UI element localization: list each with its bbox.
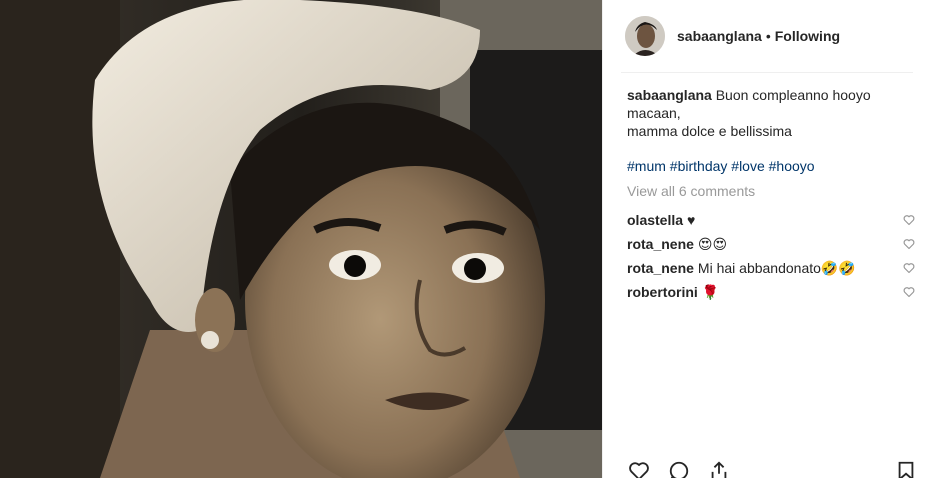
hashtag-link-mum[interactable]: #mum xyxy=(627,158,666,174)
avatar[interactable] xyxy=(625,16,665,56)
comment-item: olastella ♥ xyxy=(627,208,917,232)
header-text: sabaanglana • Following xyxy=(677,28,840,44)
like-heart-icon[interactable] xyxy=(627,460,651,478)
comment-username-link[interactable]: rota_nene xyxy=(627,259,694,277)
comment-username-link[interactable]: rota_nene xyxy=(627,235,694,253)
post-header: sabaanglana • Following xyxy=(603,0,928,72)
comment-text: 😍😍 xyxy=(697,236,728,252)
following-button[interactable]: Following xyxy=(775,28,840,44)
header-username-link[interactable]: sabaanglana xyxy=(677,28,762,44)
comment-like-heart-icon[interactable] xyxy=(903,260,917,274)
hashtag-link-love[interactable]: #love xyxy=(731,158,764,174)
comment-item: robertorini 🌹 xyxy=(627,280,917,304)
comment-like-heart-icon[interactable] xyxy=(903,212,917,226)
hashtag-link-hooyo[interactable]: #hooyo xyxy=(769,158,815,174)
comment-text: Mi hai abbandonato🤣🤣 xyxy=(697,260,856,276)
caption-username-link[interactable]: sabaanglana xyxy=(627,87,712,103)
comment-item: rota_nene 😍😍 xyxy=(627,232,917,256)
comment-item: rota_nene Mi hai abbandonato🤣🤣 xyxy=(627,256,917,280)
post-photo[interactable] xyxy=(0,0,602,478)
hashtag-link-birthday[interactable]: #birthday xyxy=(670,158,728,174)
bookmark-icon[interactable] xyxy=(895,460,917,478)
post-side-panel: sabaanglana • Following sabaanglana Buon c… xyxy=(602,0,928,478)
portrait-photo xyxy=(0,0,602,478)
comment-bubble-icon[interactable] xyxy=(667,460,691,478)
instagram-post: sabaanglana • Following sabaanglana Buon c… xyxy=(0,0,928,478)
hashtag-list: #mum #birthday #love #hooyo xyxy=(627,157,907,175)
header-separator: • xyxy=(765,28,771,44)
post-caption: sabaanglana Buon compleanno hooyo macaan… xyxy=(627,86,897,140)
comment-text: 🌹 xyxy=(701,284,720,300)
header-divider xyxy=(621,72,913,73)
view-all-comments-link[interactable]: View all 6 comments xyxy=(627,183,755,199)
share-icon[interactable] xyxy=(707,460,731,478)
post-action-bar xyxy=(625,460,921,478)
comment-text: ♥ xyxy=(687,212,696,228)
avatar-image xyxy=(625,16,665,56)
comment-list: olastella ♥ rota_nene 😍😍 rota_nene Mi ha… xyxy=(627,208,917,304)
caption-line-2: mamma dolce e bellissima xyxy=(627,123,792,139)
comment-like-heart-icon[interactable] xyxy=(903,284,917,298)
comment-username-link[interactable]: robertorini xyxy=(627,283,698,301)
comment-like-heart-icon[interactable] xyxy=(903,236,917,250)
comment-username-link[interactable]: olastella xyxy=(627,211,683,229)
